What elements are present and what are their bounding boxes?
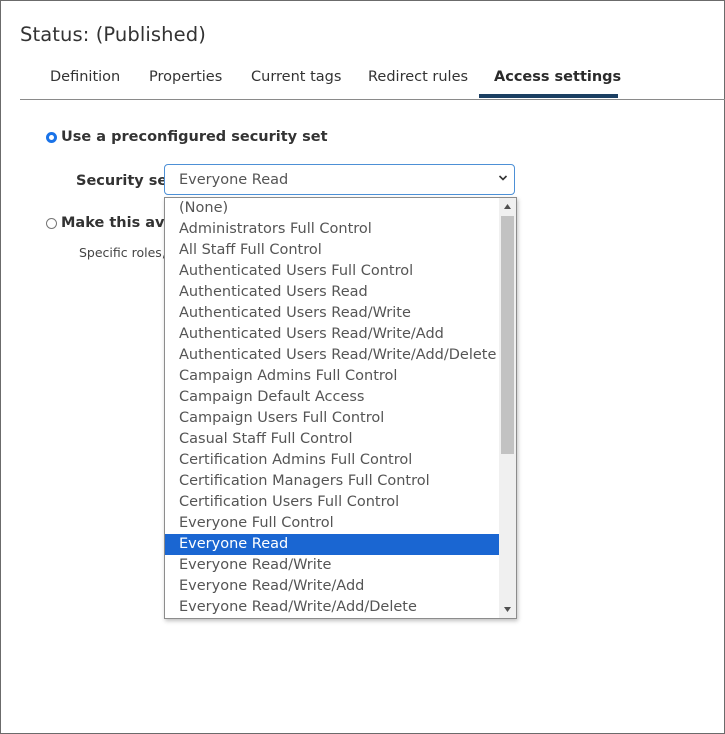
security-set-select-value: Everyone Read: [179, 172, 289, 188]
page-frame: Status: (Published) Definition Propertie…: [0, 0, 725, 734]
dropdown-options: (None) Administrators Full Control All S…: [165, 198, 499, 618]
dropdown-option[interactable]: (None): [165, 198, 499, 219]
make-available-option[interactable]: Make this avai: [46, 215, 179, 231]
make-available-radio[interactable]: [46, 217, 57, 229]
dropdown-option[interactable]: Everyone Read/Write: [165, 555, 499, 576]
tab-properties[interactable]: Properties: [149, 69, 222, 99]
chevron-down-icon: [498, 175, 508, 181]
dropdown-option[interactable]: Campaign Users Full Control: [165, 408, 499, 429]
preconfigured-radio-label: Use a preconfigured security set: [61, 129, 328, 145]
scroll-up-arrow-icon[interactable]: [503, 203, 512, 210]
dropdown-option[interactable]: Certification Users Full Control: [165, 492, 499, 513]
scroll-down-arrow-icon[interactable]: [503, 606, 512, 613]
dropdown-option[interactable]: Everyone Full Control: [165, 513, 499, 534]
tab-bar: Definition Properties Current tags Redir…: [20, 59, 725, 100]
security-set-label: Security set: [76, 173, 175, 189]
dropdown-option[interactable]: Authenticated Users Read/Write/Add/Delet…: [165, 345, 499, 366]
dropdown-option[interactable]: Authenticated Users Read/Write: [165, 303, 499, 324]
security-set-select[interactable]: Everyone Read: [164, 164, 515, 195]
preconfigured-radio[interactable]: [46, 131, 57, 143]
active-tab-indicator: [479, 94, 618, 98]
dropdown-option[interactable]: Everyone Read/Write/Add: [165, 576, 499, 597]
make-available-radio-label: Make this avai: [61, 215, 180, 231]
dropdown-option[interactable]: Certification Managers Full Control: [165, 471, 499, 492]
dropdown-option[interactable]: Authenticated Users Full Control: [165, 261, 499, 282]
dropdown-option[interactable]: Campaign Default Access: [165, 387, 499, 408]
dropdown-option[interactable]: Administrators Full Control: [165, 219, 499, 240]
page-title: Status: (Published): [20, 23, 206, 46]
dropdown-option[interactable]: Campaign Admins Full Control: [165, 366, 499, 387]
make-available-helper-text: Specific roles,: [79, 245, 166, 260]
dropdown-option[interactable]: Authenticated Users Read/Write/Add: [165, 324, 499, 345]
dropdown-option[interactable]: Authenticated Users Read: [165, 282, 499, 303]
dropdown-scrollbar[interactable]: [499, 198, 516, 618]
dropdown-option-selected[interactable]: Everyone Read: [165, 534, 499, 555]
scrollbar-thumb[interactable]: [501, 216, 514, 454]
preconfigured-security-set-option[interactable]: Use a preconfigured security set: [46, 129, 328, 145]
tab-current-tags[interactable]: Current tags: [251, 69, 341, 99]
dropdown-option[interactable]: Casual Staff Full Control: [165, 429, 499, 450]
dropdown-option[interactable]: Certification Admins Full Control: [165, 450, 499, 471]
tab-redirect-rules[interactable]: Redirect rules: [368, 69, 468, 99]
dropdown-option[interactable]: All Staff Full Control: [165, 240, 499, 261]
security-set-dropdown-list[interactable]: (None) Administrators Full Control All S…: [164, 197, 517, 619]
tab-definition[interactable]: Definition: [50, 69, 120, 99]
dropdown-option[interactable]: Everyone Read/Write/Add/Delete: [165, 597, 499, 618]
